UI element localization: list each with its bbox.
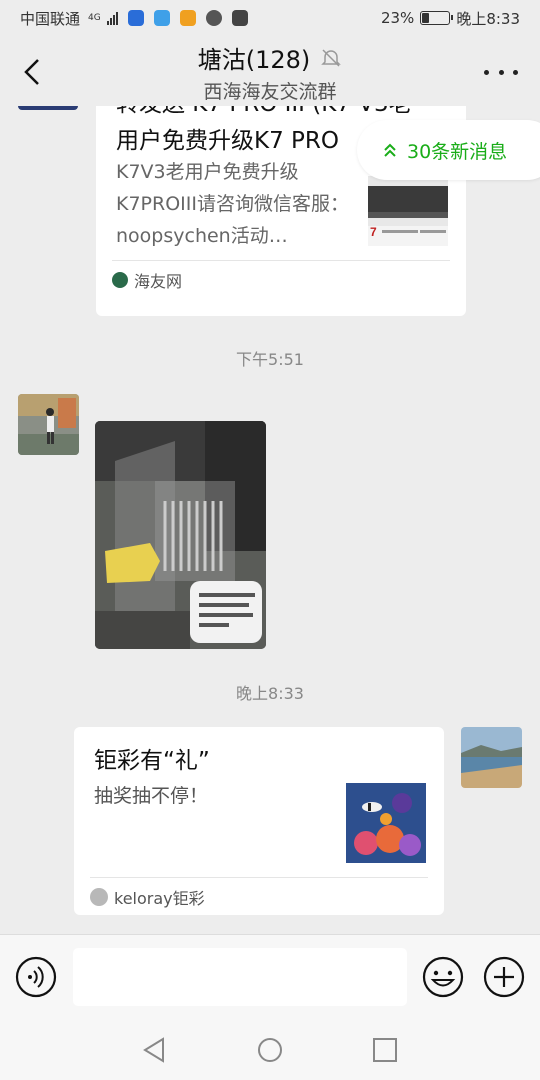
card-divider xyxy=(90,877,428,878)
link-card-source: 海友网 xyxy=(112,268,182,292)
source-logo-icon xyxy=(90,888,108,906)
cloud-notification-icon xyxy=(153,10,170,26)
voice-icon xyxy=(15,956,57,998)
more-dot xyxy=(484,69,489,75)
sender-avatar-partial[interactable] xyxy=(18,106,78,110)
circle-home-icon xyxy=(258,1038,282,1062)
image-message[interactable] xyxy=(95,421,266,649)
more-dot xyxy=(498,69,504,75)
battery-level xyxy=(422,13,429,23)
source-name: 海友网 xyxy=(134,272,183,291)
chat-header: 塘沽(128) 西海海友交流群 xyxy=(0,36,540,106)
plus-icon xyxy=(483,956,525,998)
clock: 晚上8:33 xyxy=(456,9,520,28)
double-chevron-up-icon xyxy=(384,143,396,157)
status-bar: 中国联通 4G 23% 晚上8:33 xyxy=(0,0,540,36)
input-bar xyxy=(0,934,540,1020)
chat-area[interactable]: 转发送 K7 PRO III (K7 V3老 用户免费升级K7 PRO K7V3… xyxy=(0,106,540,934)
more-functions-button[interactable] xyxy=(482,955,526,999)
timestamp: 晚上8:33 xyxy=(236,684,304,703)
signal-icon xyxy=(106,11,118,25)
nav-recents-button[interactable] xyxy=(371,1036,399,1064)
voice-button[interactable] xyxy=(14,955,58,999)
more-dot xyxy=(513,69,518,75)
battery-icon xyxy=(420,11,454,25)
group-subtitle: 西海海友交流群 xyxy=(203,81,337,103)
ball-icon xyxy=(205,10,222,26)
battery-percent: 23% xyxy=(380,9,415,27)
source-logo-icon xyxy=(112,272,128,288)
link-card-message-own[interactable]: 钜彩有“礼” 抽奖抽不停！ keloray钜彩 xyxy=(74,727,444,915)
svg-text:7: 7 xyxy=(370,225,377,239)
new-messages-label: 30条新消息 xyxy=(407,140,508,163)
source-name: keloray钜彩 xyxy=(114,889,205,908)
link-card-source: keloray钜彩 xyxy=(90,885,205,909)
group-title[interactable]: 塘沽(128) xyxy=(198,40,311,75)
nav-home-button[interactable] xyxy=(256,1036,284,1064)
own-avatar[interactable] xyxy=(461,727,522,788)
mute-bell-icon xyxy=(321,48,342,67)
link-card-title: 钜彩有“礼” xyxy=(94,748,210,774)
link-card-thumbnail xyxy=(346,783,426,863)
message-notification-icon xyxy=(231,10,248,26)
nav-back-button[interactable] xyxy=(141,1036,169,1064)
system-nav-bar xyxy=(0,1020,540,1080)
link-card-description: K7V3老用户免费升级K7PROIII请咨询微信客服：noopsychen活动… xyxy=(116,161,349,247)
emoji-icon xyxy=(422,956,464,998)
carrier-label: 中国联通 xyxy=(20,9,81,28)
app-notification-icon xyxy=(127,10,144,26)
link-card-thumbnail: 7 xyxy=(368,176,448,246)
new-messages-button[interactable]: 30条新消息 xyxy=(357,120,540,180)
network-type: 4G xyxy=(88,12,101,23)
card-divider xyxy=(112,260,450,261)
message-input[interactable] xyxy=(73,948,407,1006)
square-recents-icon xyxy=(373,1038,397,1062)
sender-avatar[interactable] xyxy=(18,394,79,455)
more-button[interactable] xyxy=(484,62,518,82)
app-notification-icon-2 xyxy=(179,10,196,26)
timestamp: 下午5:51 xyxy=(236,350,304,369)
emoji-button[interactable] xyxy=(421,955,465,999)
triangle-back-icon xyxy=(143,1037,164,1063)
link-card-description: 抽奖抽不停！ xyxy=(94,785,209,807)
